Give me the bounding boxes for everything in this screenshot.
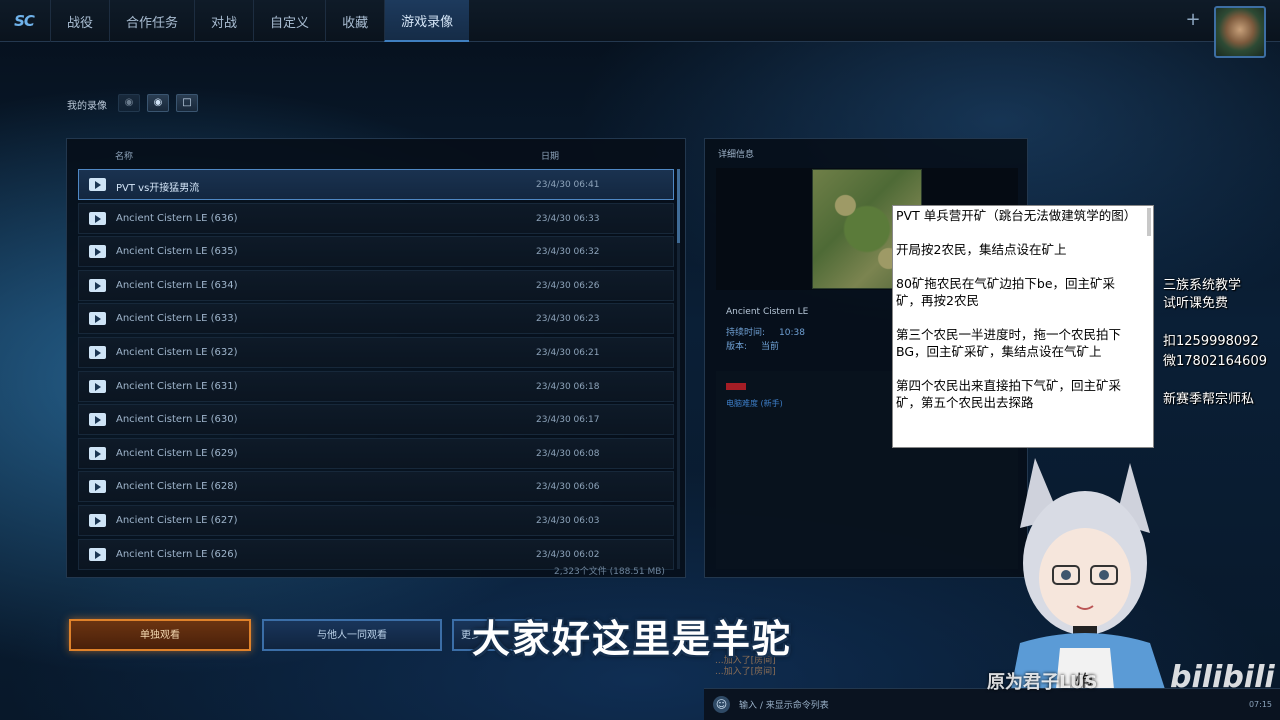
- author-watermark: 原为君子LUS: [987, 672, 1098, 693]
- replay-name: Ancient Cistern LE (629): [116, 447, 238, 459]
- replay-date: 23/4/30 06:03: [536, 516, 600, 526]
- replay-name: Ancient Cistern LE (630): [116, 414, 238, 426]
- map-name: Ancient Cistern LE: [726, 307, 809, 317]
- scrollbar-thumb[interactable]: [677, 169, 680, 243]
- clock: 07:15: [1248, 700, 1272, 709]
- replay-name: Ancient Cistern LE (636): [116, 212, 238, 224]
- replay-name: Ancient Cistern LE (632): [116, 347, 238, 358]
- nav-tab[interactable]: 合作任务: [109, 0, 194, 42]
- replay-row[interactable]: Ancient Cistern LE (636) 23/4/30 06:33: [78, 202, 674, 234]
- camera-icon[interactable]: ◉: [118, 94, 140, 112]
- chat-input[interactable]: 输入 / 来显示命令列表: [739, 698, 829, 711]
- replay-name: Ancient Cistern LE (635): [116, 246, 238, 258]
- replay-date: 23/4/30 06:08: [536, 448, 600, 459]
- watch-together-button[interactable]: 与他人一同观看: [262, 619, 442, 651]
- replay-date: 23/4/30 06:17: [536, 415, 600, 426]
- promo-line-3: 扣1259998092: [1163, 334, 1259, 349]
- duration-line: 持续时间: 10:38: [726, 325, 805, 338]
- replay-name: Ancient Cistern LE (633): [116, 313, 238, 325]
- nav-tab[interactable]: 游戏录像: [384, 0, 470, 42]
- details-title: 详细信息: [718, 150, 755, 160]
- version-label: 版本:: [726, 342, 748, 352]
- starcraft-logo-icon[interactable]: SC: [8, 8, 40, 34]
- replay-icon: [89, 278, 106, 292]
- add-friend-button[interactable]: +: [1184, 10, 1202, 30]
- note-paragraph: 开局按2农民，集结点设在矿上: [896, 242, 1067, 257]
- replay-date: 23/4/30 06:06: [536, 482, 600, 493]
- folder-icon[interactable]: □: [176, 94, 198, 112]
- file-count-label: 2,323个文件 (188.51 MB): [554, 567, 665, 577]
- replay-icon: [89, 211, 106, 225]
- replay-row[interactable]: Ancient Cistern LE (633) 23/4/30 06:23: [78, 303, 674, 335]
- replay-icon: [89, 514, 106, 527]
- duration-value: 10:38: [779, 328, 805, 338]
- promo-line-4: 微17802164609: [1163, 354, 1267, 369]
- note-paragraph: PVT 单兵营开矿（跳台无法做建筑学的图）: [896, 208, 1137, 223]
- version-value: 当前: [761, 342, 780, 352]
- note-paragraph: 第三个农民一半进度时，拖一个农民拍下BG，回主矿采矿，集结点设在气矿上: [896, 327, 1122, 359]
- duration-label: 持续时间:: [726, 328, 766, 338]
- replay-row[interactable]: Ancient Cistern LE (632) 23/4/30 06:21: [78, 337, 674, 368]
- replay-date: 23/4/30 06:26: [536, 280, 600, 291]
- player-color-swatch: [726, 383, 746, 390]
- replay-row[interactable]: Ancient Cistern LE (631) 23/4/30 06:18: [78, 370, 674, 402]
- player-portrait-avatar[interactable]: [1214, 6, 1266, 58]
- replay-row[interactable]: PVT vs开接猛男流 23/4/30 06:41: [78, 169, 674, 200]
- note-paragraph: 第四个农民出来直接拍下气矿，回主矿采矿，第五个农民出去探路: [896, 378, 1122, 410]
- replay-name: Ancient Cistern LE (631): [116, 380, 238, 392]
- chat-icon[interactable]: ☺: [713, 696, 730, 713]
- replay-date: 23/4/30 06:32: [536, 247, 600, 258]
- promo-line-1: 三族系统教学: [1163, 278, 1242, 293]
- replay-icon: [89, 446, 106, 460]
- replay-date: 23/4/30 06:33: [536, 213, 600, 224]
- replay-row[interactable]: Ancient Cistern LE (628) 23/4/30 06:06: [78, 471, 674, 503]
- promo-line-5: 新赛季帮宗师私: [1163, 392, 1255, 407]
- replay-date: 23/4/30 06:41: [536, 180, 600, 190]
- replay-row[interactable]: Ancient Cistern LE (627) 23/4/30 06:03: [78, 505, 674, 536]
- replay-icon: [89, 547, 106, 561]
- column-header-date[interactable]: 日期: [541, 149, 559, 162]
- replay-date: 23/4/30 06:02: [536, 549, 600, 560]
- main-nav-tabs: 战役 合作任务 对战 自定义 收藏 游戏录像: [50, 0, 470, 42]
- replay-row[interactable]: Ancient Cistern LE (634) 23/4/30 06:26: [78, 269, 674, 301]
- replay-icon: [89, 346, 106, 359]
- replay-date: 23/4/30 06:18: [536, 381, 600, 392]
- replay-icon: [89, 480, 106, 494]
- bilibili-logo-icon: bilibili: [1170, 660, 1275, 695]
- replay-date: 23/4/30 06:21: [536, 348, 600, 358]
- replay-name: Ancient Cistern LE (627): [116, 515, 238, 526]
- replay-icon: [89, 178, 106, 191]
- replay-name: Ancient Cistern LE (634): [116, 279, 238, 291]
- replay-list-panel: 名称 日期 PVT vs开接猛男流 23/4/30 06:41 Ancient Ci…: [66, 138, 686, 578]
- top-nav-bar: SC 战役 合作任务 对战 自定义 收藏 游戏录像 +: [0, 0, 1280, 42]
- replay-row[interactable]: Ancient Cistern LE (630) 23/4/30 06:17: [78, 404, 674, 436]
- build-order-notes: PVT 单兵营开矿（跳台无法做建筑学的图） 开局按2农民，集结点设在矿上 80矿拖农…: [892, 205, 1154, 448]
- replay-icon: [89, 312, 106, 326]
- replay-name: PVT vs开接猛男流: [116, 183, 200, 194]
- replay-icon: [89, 379, 106, 393]
- my-replays-label: 我的录像: [67, 101, 107, 112]
- player-name: 电脑难度 (新手): [726, 399, 783, 408]
- replay-icon: [89, 245, 106, 259]
- replay-icon: [89, 413, 106, 427]
- chat-message: ...加入了[房间]: [715, 667, 776, 677]
- replay-date: 23/4/30 06:23: [536, 314, 600, 325]
- column-header-name[interactable]: 名称: [115, 149, 133, 162]
- stream-subtitle: 大家好这里是羊驼: [472, 617, 793, 661]
- camera-add-icon[interactable]: ◉: [147, 94, 169, 112]
- replay-row[interactable]: Ancient Cistern LE (635) 23/4/30 06:32: [78, 236, 674, 268]
- replay-row[interactable]: Ancient Cistern LE (629) 23/4/30 06:08: [78, 437, 674, 469]
- replay-name: Ancient Cistern LE (626): [116, 548, 238, 560]
- promo-line-2: 试听课免费: [1163, 296, 1229, 311]
- watch-alone-button[interactable]: 单独观看: [69, 619, 251, 651]
- nav-tab[interactable]: 自定义: [253, 0, 325, 42]
- notes-scrollbar[interactable]: [1147, 208, 1151, 236]
- nav-tab[interactable]: 战役: [50, 0, 109, 42]
- nav-tab[interactable]: 对战: [194, 0, 253, 42]
- replay-name: Ancient Cistern LE (628): [116, 481, 238, 493]
- version-line: 版本: 当前: [726, 339, 779, 352]
- nav-tab[interactable]: 收藏: [325, 0, 384, 42]
- note-paragraph: 80矿拖农民在气矿边拍下be，回主矿采矿，再按2农民: [896, 276, 1116, 308]
